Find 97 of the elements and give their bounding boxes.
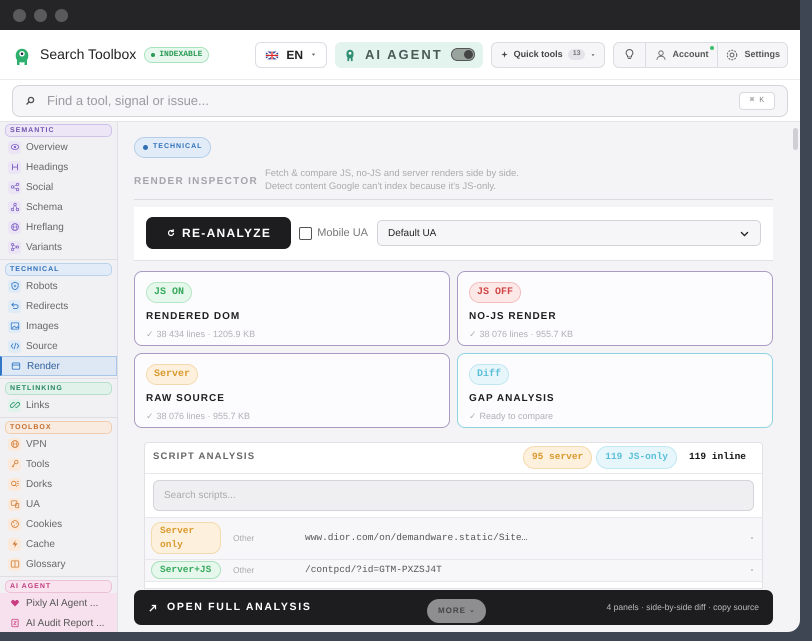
card-title: GAP ANALYSIS: [469, 392, 555, 406]
code-icon: [8, 340, 21, 352]
sidebar-item[interactable]: Overview: [0, 137, 117, 157]
book-icon: [8, 558, 21, 570]
chevron-down-icon: [469, 608, 475, 614]
image-icon: [8, 320, 21, 332]
search-field[interactable]: Find a tool, signal or issue... ⌘ K: [12, 84, 788, 116]
keyboard-shortcut: ⌘ K: [738, 92, 775, 110]
script-search-field[interactable]: Search scripts...: [153, 480, 754, 510]
sidebar-item[interactable]: Dorks: [0, 474, 117, 494]
window-zoom-icon[interactable]: [55, 8, 68, 22]
user-icon: [655, 48, 668, 60]
sidebar-item[interactable]: AI Audit Report ...: [0, 613, 117, 632]
sidebar-item[interactable]: Redirects: [0, 296, 117, 316]
branches-icon: [8, 240, 21, 254]
script-type: Other: [233, 532, 256, 544]
sidebar-item[interactable]: Images: [0, 316, 117, 336]
link-icon: [8, 398, 21, 412]
account-button[interactable]: Account: [646, 42, 718, 66]
badge: Diff: [469, 364, 510, 384]
lightbulb-icon: [623, 48, 636, 61]
more-button[interactable]: MORE: [427, 599, 486, 623]
badge: JS OFF: [469, 282, 522, 302]
sidebar-item[interactable]: Variants: [0, 237, 117, 257]
description-text: Detect content Google can't index because it's JS-only.: [264, 180, 498, 192]
status-badge: Server+JS: [151, 561, 221, 579]
key-icon: [8, 458, 21, 470]
devices-icon: [8, 498, 21, 510]
share-icon: [8, 180, 21, 194]
refresh-icon: [166, 228, 176, 238]
app-name: Search Toolbox: [40, 45, 136, 64]
sidebar-item[interactable]: Tools: [0, 454, 117, 474]
card-meta: ✓ 38 076 lines · 955.7 KB: [146, 410, 250, 422]
window-icon: [9, 360, 22, 372]
arrow-icon: [148, 602, 158, 612]
caret-icon: [590, 52, 596, 58]
count-label: 119 inline: [688, 450, 747, 464]
script-type: Other: [233, 564, 256, 576]
language-dropdown[interactable]: EN: [255, 42, 328, 68]
sidebar-item[interactable]: Links: [0, 395, 117, 415]
card-meta: ✓ Ready to compare: [469, 410, 554, 423]
sidebar-item[interactable]: Schema: [0, 197, 117, 217]
sidebar-item[interactable]: VPN: [0, 434, 117, 454]
sidebar-item[interactable]: UA: [0, 494, 117, 514]
card-title: RENDERED DOM: [146, 310, 240, 324]
settings-button[interactable]: Settings: [718, 42, 787, 66]
badge: Server: [146, 364, 198, 384]
card-meta: ✓ 38 434 lines · 1205.9 KB: [146, 328, 256, 340]
card-title: NO-JS RENDER: [469, 310, 557, 324]
eye-icon: [8, 140, 21, 154]
search-list-icon: [8, 478, 21, 490]
window-minimize-icon[interactable]: [34, 8, 47, 22]
description-text: Fetch & compare JS, no-JS and server renders side by side.: [264, 166, 519, 180]
reanalyze-button[interactable]: RE-ANALYZE: [146, 217, 292, 249]
button-caption: 4 panels · side-by-side diff · copy source: [606, 601, 759, 614]
caret-icon: [310, 51, 318, 58]
sidebar-item[interactable]: Robots: [0, 276, 117, 296]
heading-icon: [8, 160, 21, 174]
sidebar-item[interactable]: Headings: [0, 157, 117, 177]
button-label: OPEN FULL ANALYSIS: [167, 600, 312, 615]
globe-icon: [8, 438, 21, 450]
ai-agent-toggle[interactable]: [450, 48, 475, 61]
sidebar-item[interactable]: Render: [0, 356, 117, 376]
lightning-icon: [8, 538, 21, 550]
sidebar-item[interactable]: Cache: [0, 534, 117, 554]
mobile-ua-checkbox[interactable]: [299, 226, 312, 240]
sidebar-item[interactable]: Glossary: [0, 554, 117, 574]
shield-icon: [8, 280, 21, 292]
card-meta: ✓ 38 076 lines · 955.7 KB: [469, 328, 574, 340]
globe-icon: [8, 220, 21, 234]
panel-title: SCRIPT ANALYSIS: [153, 450, 256, 464]
status-badge: INDEXABLE: [144, 46, 210, 62]
search-input: Find a tool, signal or issue...: [47, 90, 727, 110]
sidebar-item[interactable]: Pixly AI Agent ...: [0, 593, 117, 613]
card-title: RAW SOURCE: [146, 392, 225, 406]
checkbox-label[interactable]: Mobile UA: [317, 224, 368, 242]
user-agent-select[interactable]: Default UA: [376, 220, 761, 246]
ai-agent-label: AI AGENT: [365, 46, 443, 64]
status-badge: Server only: [151, 522, 221, 554]
search-icon: [25, 96, 35, 106]
sparkle-icon: [500, 50, 509, 59]
sidebar-item[interactable]: Cookies: [0, 514, 117, 534]
window-close-icon[interactable]: [13, 8, 26, 22]
count-badge: 95 server: [522, 446, 592, 469]
settings-icon: [725, 48, 740, 62]
script-url: www.dior.com/on/demandware.static/Site…: [305, 530, 528, 545]
schema-icon: [8, 200, 21, 214]
sidebar-item[interactable]: Hreflang: [0, 217, 117, 237]
page-title: RENDER INSPECTOR: [134, 174, 258, 188]
badge: JS ON: [146, 282, 192, 302]
script-url: /contpcd/?id=GTM-PXZSJ4T: [305, 562, 443, 577]
sidebar-item[interactable]: Social: [0, 177, 117, 197]
sidebar-item[interactable]: Source: [0, 336, 117, 356]
count-badge: 119 JS-only: [596, 446, 677, 469]
scrollbar-thumb[interactable]: [792, 128, 798, 150]
cookie-icon: [8, 518, 21, 530]
document-icon: [8, 616, 21, 630]
